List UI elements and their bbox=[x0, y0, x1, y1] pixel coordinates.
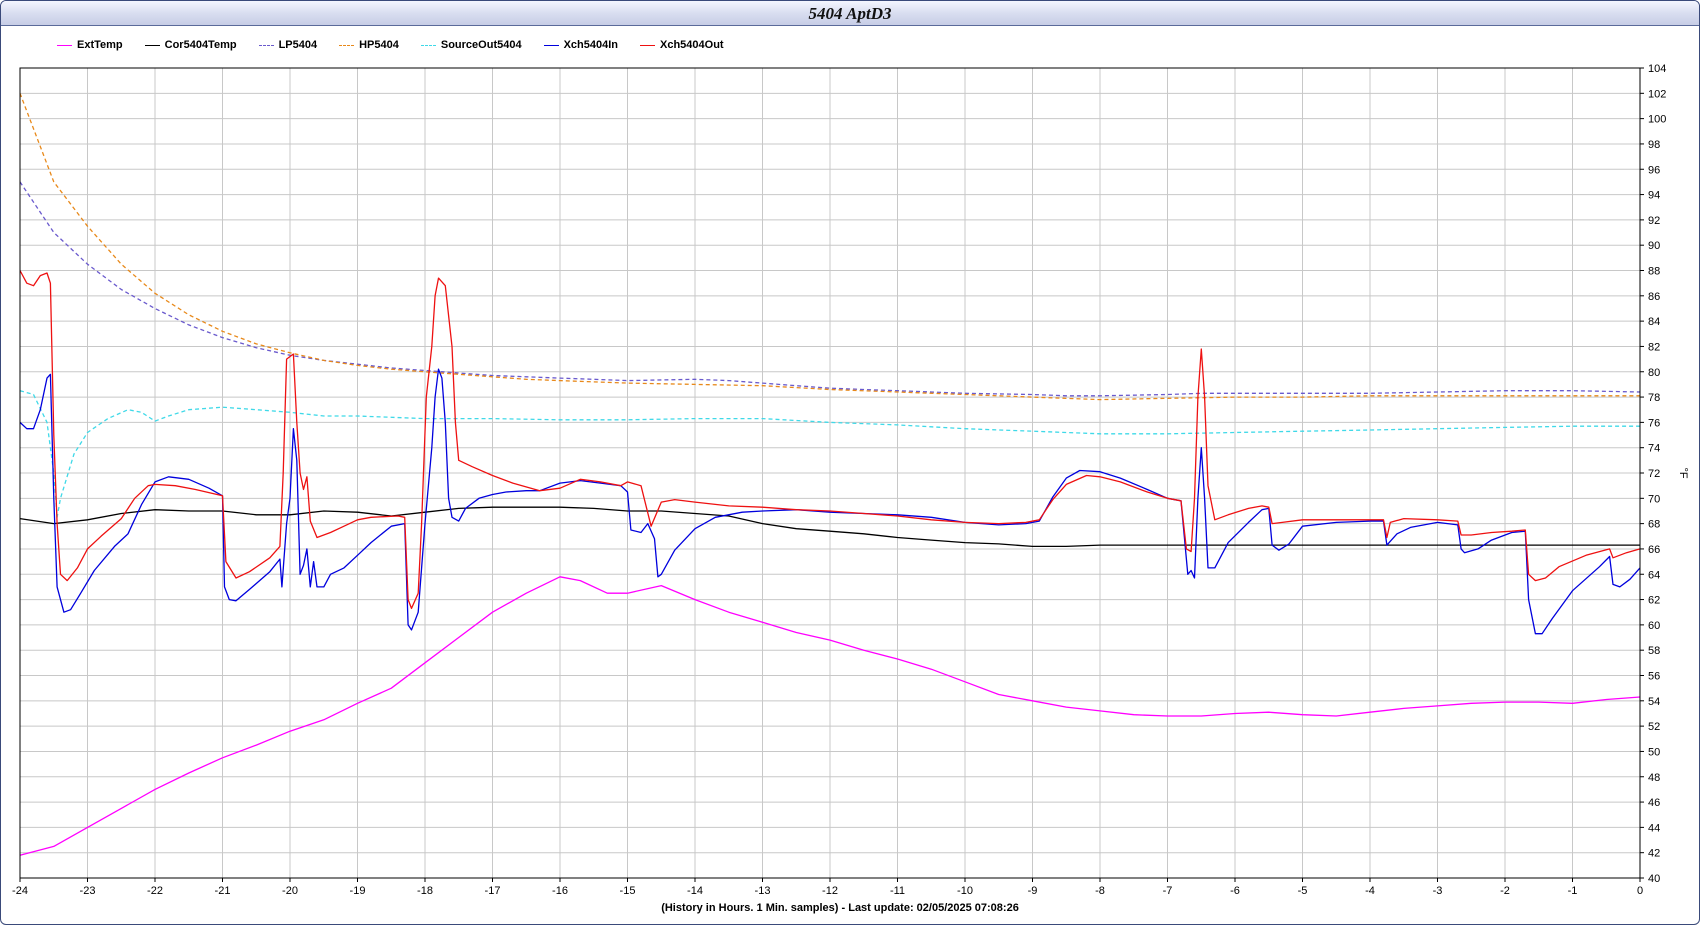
x-tick-label: -1 bbox=[1568, 885, 1578, 897]
y-tick-label: 68 bbox=[1648, 519, 1660, 531]
x-tick-label: -14 bbox=[687, 885, 703, 897]
x-tick-label: -8 bbox=[1095, 885, 1105, 897]
x-tick-label: -16 bbox=[552, 885, 568, 897]
x-tick-label: -7 bbox=[1163, 885, 1173, 897]
y-tick-label: 96 bbox=[1648, 164, 1660, 176]
y-tick-label: 90 bbox=[1648, 240, 1660, 252]
y-tick-label: 52 bbox=[1648, 721, 1660, 733]
y-tick-label: 82 bbox=[1648, 341, 1660, 353]
y-tick-label: 56 bbox=[1648, 671, 1660, 683]
y-tick-label: 104 bbox=[1648, 63, 1666, 75]
y-tick-label: 80 bbox=[1648, 367, 1660, 379]
x-tick-label: -3 bbox=[1433, 885, 1443, 897]
x-tick-label: -13 bbox=[755, 885, 771, 897]
y-tick-label: 98 bbox=[1648, 139, 1660, 151]
y-tick-label: 74 bbox=[1648, 443, 1660, 455]
x-tick-label: -12 bbox=[822, 885, 838, 897]
x-tick-label: -22 bbox=[147, 885, 163, 897]
x-tick-label: 0 bbox=[1637, 885, 1643, 897]
y-tick-label: 78 bbox=[1648, 392, 1660, 404]
chart-svg: -24 -23 -22 -21 -20 -19 -18 -17 -16 -15 -14 -13 -12-… bbox=[12, 63, 1689, 914]
y-tick-label: 40 bbox=[1648, 873, 1660, 885]
x-tick-label: -19 bbox=[350, 885, 366, 897]
x-axis-label: (History in Hours. 1 Min. samples) - Las… bbox=[661, 902, 1019, 914]
x-tick-label: -9 bbox=[1028, 885, 1038, 897]
y-tick-label: 86 bbox=[1648, 291, 1660, 303]
x-tick-label: -17 bbox=[485, 885, 501, 897]
y-tick-label: 60 bbox=[1648, 620, 1660, 632]
x-tick-label: -2 bbox=[1500, 885, 1510, 897]
y-tick-label: 94 bbox=[1648, 190, 1660, 202]
x-tick-label: -6 bbox=[1230, 885, 1240, 897]
y-tick-label: 58 bbox=[1648, 645, 1660, 657]
y-axis-label: °F bbox=[1677, 467, 1689, 478]
x-tick-label: -24 bbox=[12, 885, 28, 897]
x-tick-label: -18 bbox=[417, 885, 433, 897]
x-tick-label: -15 bbox=[620, 885, 636, 897]
y-tick-label: 88 bbox=[1648, 266, 1660, 278]
x-tick-label: -11 bbox=[890, 885, 905, 897]
y-tick-label: 84 bbox=[1648, 316, 1660, 328]
y-tick-label: 46 bbox=[1648, 797, 1660, 809]
y-tick-label: 62 bbox=[1648, 595, 1660, 607]
y-tick-label: 66 bbox=[1648, 544, 1660, 556]
y-tick-label: 92 bbox=[1648, 215, 1660, 227]
y-tick-label: 64 bbox=[1648, 569, 1660, 581]
x-tick-label: -21 bbox=[215, 885, 231, 897]
y-tick-label: 72 bbox=[1648, 468, 1660, 480]
y-tick-label: 100 bbox=[1648, 114, 1666, 126]
y-tick-label: 44 bbox=[1648, 822, 1660, 834]
y-tick-label: 54 bbox=[1648, 696, 1660, 708]
y-tick-label: 76 bbox=[1648, 417, 1660, 429]
y-tick-label: 50 bbox=[1648, 746, 1660, 758]
x-tick-label: -23 bbox=[80, 885, 96, 897]
x-tick-label: -20 bbox=[282, 885, 298, 897]
y-tick-label: 42 bbox=[1648, 848, 1660, 860]
y-tick-label: 102 bbox=[1648, 88, 1666, 100]
y-tick-label: 48 bbox=[1648, 772, 1660, 784]
x-tick-label: -10 bbox=[957, 885, 973, 897]
y-tick-label: 70 bbox=[1648, 493, 1660, 505]
x-tick-label: -4 bbox=[1365, 885, 1375, 897]
x-tick-label: -5 bbox=[1298, 885, 1308, 897]
